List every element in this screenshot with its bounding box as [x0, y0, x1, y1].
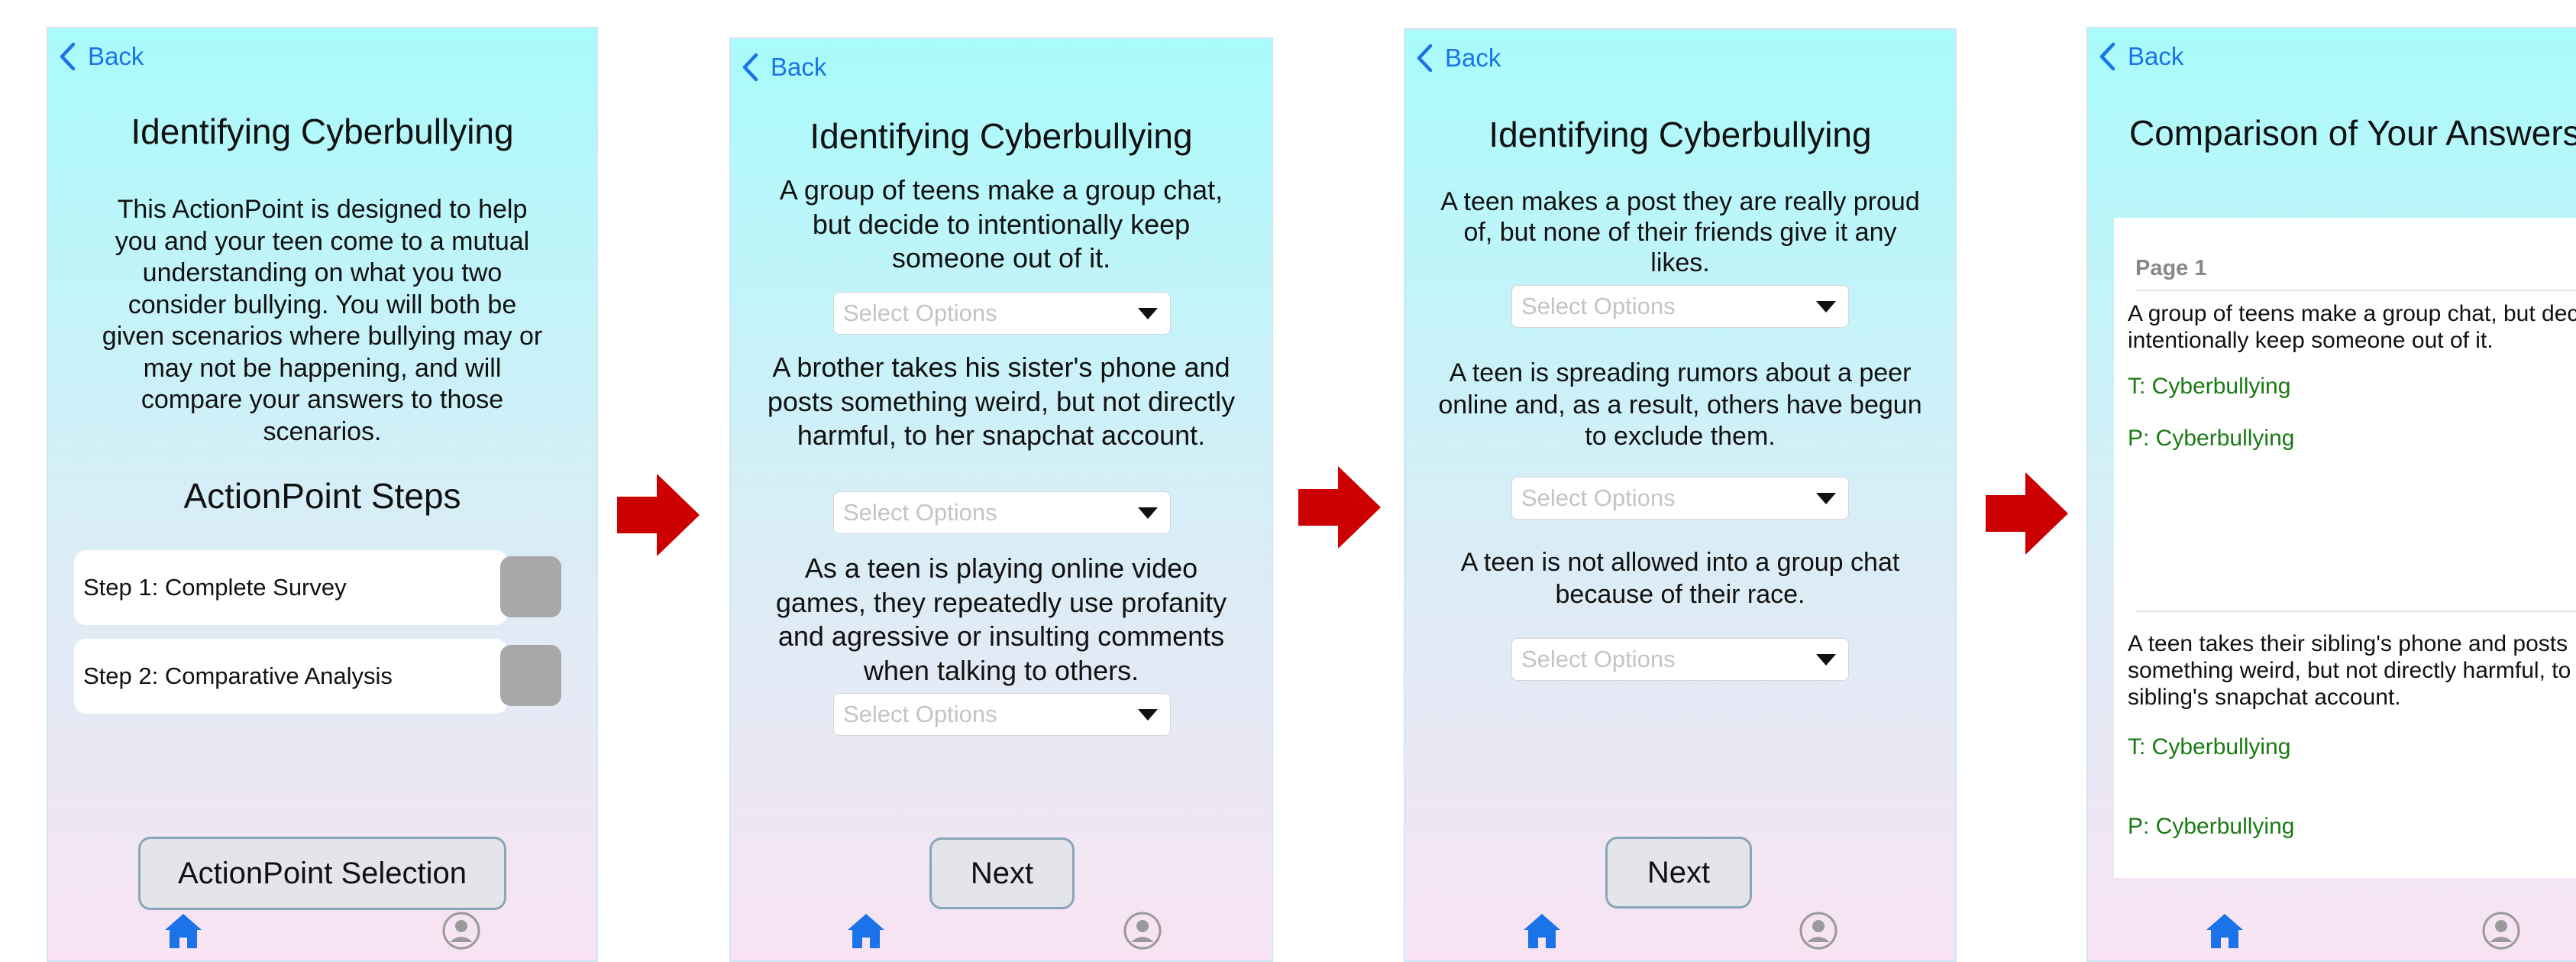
chevron-left-icon [2099, 42, 2115, 71]
description-text: This ActionPoint is designed to help you… [102, 195, 543, 446]
dropdown-caret-icon [1816, 654, 1836, 666]
select-question-1[interactable]: Select Options [833, 292, 1171, 335]
comparison-card: Page 1 A group of teens make a group cha… [2114, 218, 2576, 878]
question-2: A teen is spreading rumors about a peer … [1438, 358, 1922, 451]
question-1: A group of teens make a group chat, but … [779, 174, 1223, 274]
arrow-right-icon [1298, 466, 1381, 549]
comparison-question-1: A group of teens make a group chat, but … [2128, 301, 2576, 353]
home-icon[interactable] [163, 910, 204, 951]
home-icon[interactable] [1521, 910, 1563, 951]
step-1-item[interactable]: Step 1: Complete Survey [74, 550, 508, 625]
dropdown-caret-icon [1816, 301, 1836, 313]
back-button[interactable]: Back [742, 53, 826, 82]
question-3: A teen is not allowed into a group chat … [1460, 548, 1900, 609]
select-question-1[interactable]: Select Options [1511, 285, 1849, 328]
actionpoint-selection-button[interactable]: ActionPoint Selection [138, 837, 506, 910]
screen-survey-1: Back Identifying Cyberbullying A group o… [729, 37, 1273, 962]
select-question-2[interactable]: Select Options [833, 491, 1171, 534]
back-button[interactable]: Back [2099, 42, 2183, 71]
select-placeholder: Select Options [843, 701, 997, 727]
dropdown-caret-icon [1138, 308, 1158, 319]
select-question-3[interactable]: Select Options [1511, 638, 1849, 681]
select-placeholder: Select Options [1521, 646, 1676, 672]
back-label: Back [2128, 42, 2184, 70]
divider [2135, 290, 2576, 291]
question-1: A teen makes a post they are really prou… [1440, 187, 1920, 277]
profile-icon[interactable] [1798, 910, 1839, 951]
page-title: Comparison of Your Answers [2129, 113, 2576, 153]
back-button[interactable]: Back [59, 42, 144, 71]
select-placeholder: Select Options [843, 499, 997, 526]
teen-answer-1: T: Cyberbullying [2128, 374, 2291, 399]
chevron-left-icon [1417, 44, 1433, 73]
step-2-status [500, 645, 561, 706]
chevron-left-icon [742, 53, 758, 82]
question-2: A brother takes his sister's phone and p… [767, 351, 1236, 451]
comparison-question-2: A teen takes their sibling's phone and p… [2128, 631, 2576, 710]
step-1-label: Step 1: Complete Survey [83, 574, 347, 601]
parent-answer-1: P: Cyberbullying [2128, 426, 2295, 451]
select-placeholder: Select Options [1521, 484, 1676, 511]
dropdown-caret-icon [1138, 507, 1158, 519]
select-placeholder: Select Options [843, 300, 997, 326]
dropdown-caret-icon [1138, 709, 1158, 721]
home-icon[interactable] [2204, 910, 2245, 951]
page-title: Identifying Cyberbullying [810, 116, 1193, 156]
page-title: Identifying Cyberbullying [131, 112, 514, 151]
question-3: As a teen is playing online video games,… [775, 552, 1227, 686]
select-question-2[interactable]: Select Options [1511, 477, 1849, 520]
select-question-3[interactable]: Select Options [833, 693, 1171, 736]
page-title: Identifying Cyberbullying [1488, 115, 1872, 154]
profile-icon[interactable] [441, 910, 482, 951]
arrow-right-icon [617, 474, 700, 556]
back-label: Back [771, 53, 827, 81]
step-2-item[interactable]: Step 2: Comparative Analysis [74, 639, 508, 714]
select-placeholder: Select Options [1521, 293, 1676, 319]
page-label: Page 1 [2135, 256, 2207, 280]
back-label: Back [1445, 44, 1501, 72]
home-icon[interactable] [845, 910, 887, 951]
chevron-left-icon [60, 42, 76, 71]
back-label: Back [88, 42, 144, 70]
parent-answer-2: P: Cyberbullying [2128, 814, 2295, 839]
step-1-status [500, 556, 561, 617]
dropdown-caret-icon [1816, 493, 1836, 504]
back-button[interactable]: Back [1416, 44, 1501, 73]
arrow-right-icon [1986, 472, 2068, 555]
profile-icon[interactable] [1122, 910, 1163, 951]
step-2-label: Step 2: Comparative Analysis [83, 662, 393, 689]
profile-icon[interactable] [2481, 910, 2522, 951]
screen-survey-2: Back Identifying Cyberbullying A teen ma… [1404, 28, 1957, 962]
steps-title: ActionPoint Steps [183, 476, 461, 516]
teen-answer-2: T: Cyberbullying [2128, 734, 2291, 760]
next-button[interactable]: Next [1605, 837, 1752, 909]
next-button[interactable]: Next [929, 837, 1075, 909]
screen-comparison: Back Comparison of Your Answers Page 1 A… [2086, 27, 2576, 962]
divider [2135, 611, 2576, 612]
screen-intro: Back Identifying Cyberbullying This Acti… [47, 27, 598, 962]
